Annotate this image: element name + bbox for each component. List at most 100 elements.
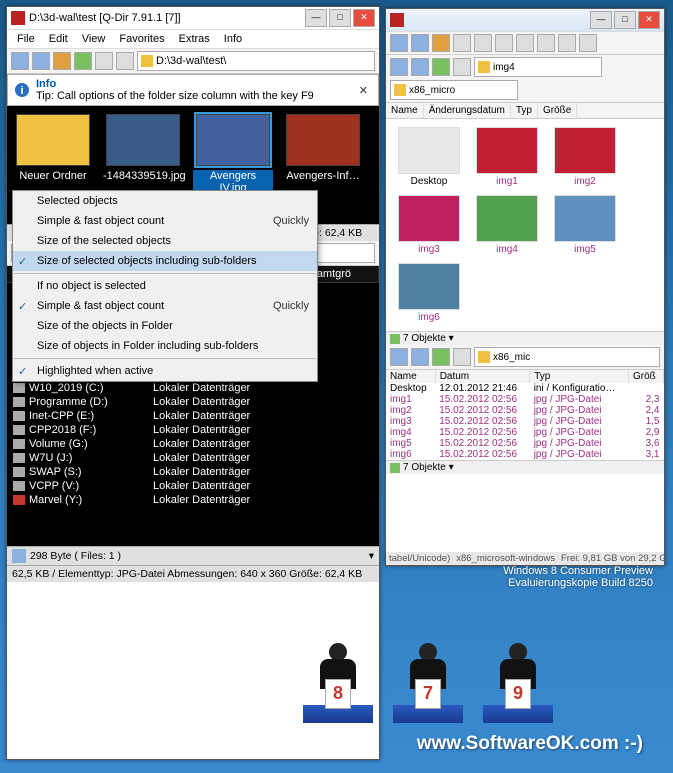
sec-thumbnail[interactable]: img4 <box>472 195 542 255</box>
thumbnail[interactable]: Neuer Ordner <box>13 114 93 194</box>
file-row[interactable]: VCPP (V:)Lokaler Datenträger <box>7 479 379 493</box>
file-row[interactable]: Inet-CPP (E:)Lokaler Datenträger <box>7 409 379 423</box>
titlebar[interactable]: D:\3d-wal\test [Q-Dir 7.91.1 [7]] — □ ✕ <box>7 7 379 30</box>
tool-icon[interactable] <box>495 34 513 52</box>
view-icon[interactable] <box>453 58 471 76</box>
file-row[interactable]: Marvel (Y:)Lokaler Datenträger <box>7 493 379 507</box>
tool-icon[interactable] <box>516 34 534 52</box>
file-row[interactable]: Programme (D:)Lokaler Datenträger <box>7 395 379 409</box>
menu-info[interactable]: Info <box>218 31 248 47</box>
thumb-label: img6 <box>394 312 464 323</box>
back-icon[interactable] <box>390 348 408 366</box>
view-icon[interactable] <box>95 52 113 70</box>
sec-thumbnail[interactable]: img3 <box>394 195 464 255</box>
forward-icon[interactable] <box>411 348 429 366</box>
file-row[interactable]: img215.02.2012 02:56jpg / JPG-Datei2,4 <box>386 405 664 416</box>
column-header[interactable]: Datum <box>435 370 530 383</box>
menu-extras[interactable]: Extras <box>173 31 216 47</box>
file-row[interactable]: img615.02.2012 02:56jpg / JPG-Datei3,1 <box>386 449 664 460</box>
tool-icon[interactable] <box>558 34 576 52</box>
context-menu-item[interactable]: Size of the objects in Folder <box>13 316 317 336</box>
close-tip-icon[interactable]: ✕ <box>355 84 372 97</box>
context-menu-item[interactable]: ✓Size of selected objects including sub-… <box>13 251 317 271</box>
file-row[interactable]: Volume (G:)Lokaler Datenträger <box>7 437 379 451</box>
menu-edit[interactable]: Edit <box>43 31 74 47</box>
tool-icon[interactable] <box>579 34 597 52</box>
sec-thumbnail[interactable]: Desktop <box>394 127 464 187</box>
sec-toolbar <box>386 32 664 55</box>
context-menu-item[interactable]: Size of objects in Folder including sub-… <box>13 336 317 356</box>
column-header[interactable]: Typ <box>530 370 629 383</box>
context-menu-item[interactable]: ✓Highlighted when active <box>13 361 317 381</box>
column-header[interactable]: Name <box>386 103 424 118</box>
sec-thumbnail[interactable]: img1 <box>472 127 542 187</box>
context-menu-item[interactable]: Selected objects <box>13 191 317 211</box>
close-button[interactable]: ✕ <box>353 9 375 27</box>
file-row[interactable]: W10_2019 (C:)Lokaler Datenträger <box>7 381 379 395</box>
layout-icon[interactable] <box>116 52 134 70</box>
back-icon[interactable] <box>390 34 408 52</box>
column-header[interactable]: Änderungsdatum <box>424 103 511 118</box>
menu-item-label: Simple & fast object count <box>37 215 164 227</box>
refresh-icon[interactable] <box>432 58 450 76</box>
explorer-window: — □ ✕ img4 x86_micro NameÄnderungsdatumT… <box>385 8 665 566</box>
forward-icon[interactable] <box>411 34 429 52</box>
file-row[interactable]: CPP2018 (F:)Lokaler Datenträger <box>7 423 379 437</box>
refresh-icon[interactable] <box>74 52 92 70</box>
address-bar[interactable]: D:\3d-wal\test\ <box>137 51 375 71</box>
context-menu-item[interactable]: If no object is selected <box>13 276 317 296</box>
column-header[interactable]: Typ <box>511 103 538 118</box>
column-header[interactable]: Größe <box>538 103 577 118</box>
minimize-button[interactable]: — <box>590 11 612 29</box>
sec-column-headers[interactable]: NameÄnderungsdatumTypGröße <box>386 103 664 119</box>
tool-icon[interactable] <box>474 34 492 52</box>
context-menu-item[interactable]: Size of the selected objects <box>13 231 317 251</box>
up-icon[interactable] <box>53 52 71 70</box>
context-menu-item[interactable]: ✓Simple & fast object countQuickly <box>13 296 317 316</box>
file-row[interactable]: img415.02.2012 02:56jpg / JPG-Datei2,9 <box>386 427 664 438</box>
thumb-image <box>398 195 460 242</box>
sec-thumbnail[interactable]: img6 <box>394 263 464 323</box>
score-card: 8 <box>325 679 351 709</box>
file-row[interactable]: SWAP (S:)Lokaler Datenträger <box>7 465 379 479</box>
thumb-image <box>476 195 538 242</box>
file-row[interactable]: W7U (J:)Lokaler Datenträger <box>7 451 379 465</box>
menu-view[interactable]: View <box>76 31 112 47</box>
back-icon[interactable] <box>390 58 408 76</box>
address-field-2[interactable]: x86_micro <box>390 80 518 100</box>
address-field-1[interactable]: img4 <box>474 57 602 77</box>
drive-icon <box>13 453 25 463</box>
refresh-icon[interactable] <box>432 348 450 366</box>
file-row[interactable]: Desktop12.01.2012 21:46ini / Konfigurati… <box>386 383 664 394</box>
back-arrow-icon[interactable] <box>12 549 26 563</box>
column-header[interactable]: Größ <box>628 370 663 383</box>
menu-favorites[interactable]: Favorites <box>113 31 170 47</box>
judge-figure: 8 <box>303 643 373 723</box>
forward-icon[interactable] <box>32 52 50 70</box>
menu-file[interactable]: File <box>11 31 41 47</box>
up-icon[interactable] <box>432 34 450 52</box>
sec-thumbnail[interactable]: img2 <box>550 127 620 187</box>
back-icon[interactable] <box>11 52 29 70</box>
tool-icon[interactable] <box>537 34 555 52</box>
file-row[interactable]: img315.02.2012 02:56jpg / JPG-Datei1,5 <box>386 416 664 427</box>
maximize-button[interactable]: □ <box>329 9 351 27</box>
tool-icon[interactable] <box>453 34 471 52</box>
rating-judges: 879 <box>303 643 553 723</box>
titlebar[interactable]: — □ ✕ <box>386 9 664 32</box>
close-button[interactable]: ✕ <box>638 11 660 29</box>
thumbnail[interactable]: -1484339519.jpg <box>103 114 183 194</box>
file-row[interactable]: img515.02.2012 02:56jpg / JPG-Datei3,6 <box>386 438 664 449</box>
context-menu-item[interactable]: Simple & fast object countQuickly <box>13 211 317 231</box>
maximize-button[interactable]: □ <box>614 11 636 29</box>
view-icon[interactable] <box>453 348 471 366</box>
file-row[interactable]: img115.02.2012 02:56jpg / JPG-Datei2,3 <box>386 394 664 405</box>
column-header[interactable]: Name <box>386 370 435 383</box>
forward-icon[interactable] <box>411 58 429 76</box>
thumbnail[interactable]: Avengers IV.jpg <box>193 114 273 194</box>
sec-detail-headers[interactable]: NameDatumTypGröß <box>386 370 664 383</box>
sec-thumbnail[interactable]: img5 <box>550 195 620 255</box>
address-field-3[interactable]: x86_mic <box>474 347 660 367</box>
thumbnail[interactable]: Avengers-Inf… <box>283 114 363 194</box>
minimize-button[interactable]: — <box>305 9 327 27</box>
